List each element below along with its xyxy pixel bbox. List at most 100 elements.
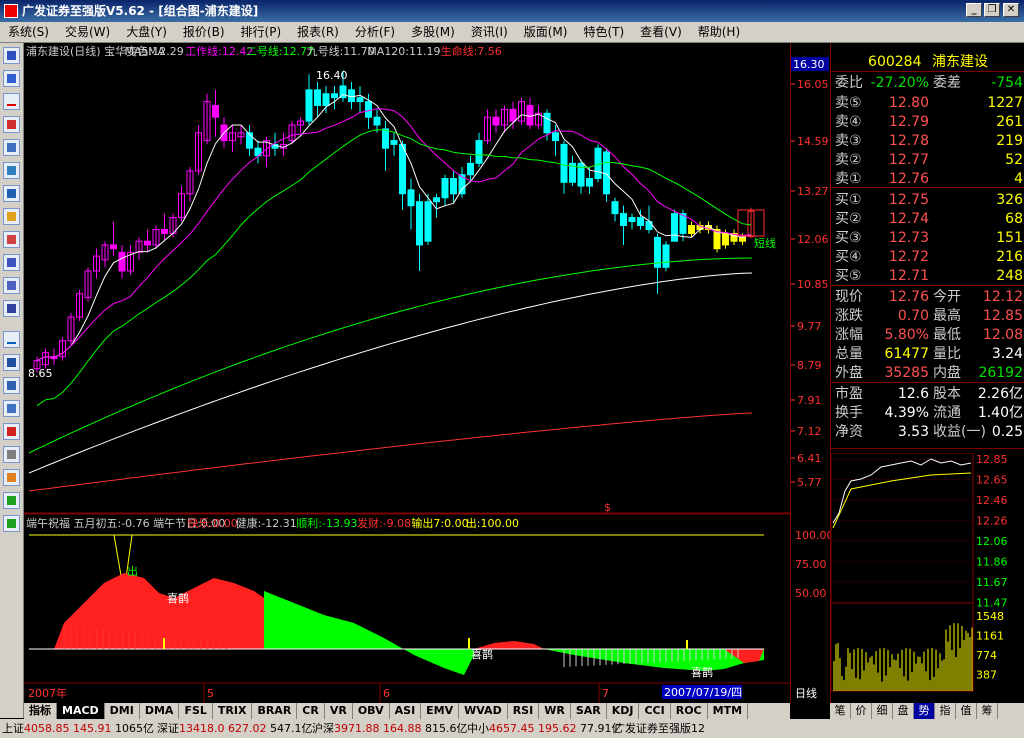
tab-obv[interactable]: OBV bbox=[353, 703, 390, 719]
tab-wvad[interactable]: WVAD bbox=[459, 703, 508, 719]
mini-tick: 12.46 bbox=[976, 494, 1008, 507]
candle-body bbox=[322, 93, 330, 106]
grid-icon[interactable] bbox=[3, 47, 20, 64]
menu-trade[interactable]: 交易(W) bbox=[57, 22, 118, 42]
menu-layout[interactable]: 版面(M) bbox=[516, 22, 576, 42]
mail-icon[interactable] bbox=[3, 208, 20, 225]
menu-report[interactable]: 报表(R) bbox=[289, 22, 347, 42]
minimize-button[interactable]: _ bbox=[966, 3, 982, 17]
trend-icon[interactable] bbox=[3, 377, 20, 394]
quote-tab[interactable]: 价 bbox=[851, 703, 872, 719]
hdr1-item: MA120:11.19 bbox=[367, 45, 440, 58]
quote-tab[interactable]: 值 bbox=[956, 703, 977, 719]
tab-wr[interactable]: WR bbox=[539, 703, 571, 719]
tab-emv[interactable]: EMV bbox=[421, 703, 460, 719]
menu-view[interactable]: 查看(V) bbox=[632, 22, 690, 42]
menu-quote[interactable]: 报价(B) bbox=[175, 22, 233, 42]
menu-multi[interactable]: 多股(M) bbox=[403, 22, 463, 42]
quote-tab[interactable]: 势 bbox=[914, 703, 935, 719]
menu-market[interactable]: 大盘(Y) bbox=[118, 22, 175, 42]
doc-icon[interactable] bbox=[3, 400, 20, 417]
tab-rsi[interactable]: RSI bbox=[508, 703, 540, 719]
dollar-icon[interactable] bbox=[3, 423, 20, 440]
status-index[interactable]: 广发证券至强版12 bbox=[614, 719, 705, 738]
tab-dma[interactable]: DMA bbox=[140, 703, 180, 719]
mini-tick: 12.85 bbox=[976, 453, 1008, 466]
mini-tick: 11.86 bbox=[976, 556, 1008, 569]
tab-cci[interactable]: CCI bbox=[639, 703, 671, 719]
menu-analysis[interactable]: 分析(F) bbox=[347, 22, 403, 42]
tab-vr[interactable]: VR bbox=[325, 703, 353, 719]
menu-help[interactable]: 帮助(H) bbox=[690, 22, 748, 42]
kline-header: 浦东建设(日线) 宝华变色MAMA5:12.29 工作线:12.42二号线:12.… bbox=[26, 44, 502, 58]
chart-area[interactable]: 浦东建设(日线) 宝华变色MA MA5:12.29 工作线:12.42 二号线:12.… bbox=[24, 43, 790, 703]
hdr1-item: 九号线:11.70 bbox=[307, 44, 375, 58]
menu-system[interactable]: 系统(S) bbox=[0, 22, 57, 42]
fundamental-row: 市盈 12.6 股本 2.26亿 bbox=[835, 386, 1023, 402]
tab-dmi[interactable]: DMI bbox=[105, 703, 140, 719]
ma-lines bbox=[28, 93, 765, 492]
tab-sar[interactable]: SAR bbox=[571, 703, 607, 719]
time-label-year: 2007年 bbox=[28, 686, 67, 700]
f10-icon[interactable] bbox=[3, 254, 20, 271]
up-arrow-icon[interactable] bbox=[3, 492, 20, 509]
pencil-icon[interactable] bbox=[3, 469, 20, 486]
chart-icon[interactable] bbox=[3, 185, 20, 202]
tab-指标[interactable]: 指标 bbox=[24, 703, 57, 719]
status-index[interactable]: 中小4657.45 195.62 77.91亿 bbox=[467, 719, 623, 738]
tab-trix[interactable]: TRIX bbox=[213, 703, 253, 719]
quote-tab[interactable]: 筹 bbox=[977, 703, 998, 719]
rsi-icon[interactable] bbox=[3, 354, 20, 371]
hdr1-item: 工作线:12.42 bbox=[185, 44, 253, 58]
tab-brar[interactable]: BRAR bbox=[252, 703, 298, 719]
avg-line bbox=[832, 472, 972, 529]
tab-fsl[interactable]: FSL bbox=[179, 703, 213, 719]
wave-icon[interactable] bbox=[3, 331, 20, 348]
status-index[interactable]: 上证4058.85 145.91 1065亿 bbox=[2, 719, 154, 738]
close-button[interactable]: ✕ bbox=[1003, 3, 1019, 17]
table-icon[interactable] bbox=[3, 139, 20, 156]
tab-mtm[interactable]: MTM bbox=[708, 703, 749, 719]
quote-tab[interactable]: 笔 bbox=[830, 703, 851, 719]
buy-row: 买⑤ 12.71 248 bbox=[835, 268, 1023, 284]
users-icon[interactable] bbox=[3, 231, 20, 248]
tab-roc[interactable]: ROC bbox=[671, 703, 708, 719]
candle-body bbox=[416, 201, 423, 246]
restore-button[interactable]: ❐ bbox=[984, 3, 1000, 17]
list-icon[interactable] bbox=[3, 70, 20, 87]
time-label-m7: 7 bbox=[602, 687, 609, 700]
candle-body bbox=[671, 213, 678, 242]
status-index[interactable]: 深证13418.0 627.02 547.1亿 bbox=[157, 719, 313, 738]
quote-panel: 600284 浦东建设 委比 -27.20% 委差 -754 卖⑤ 12.80 12… bbox=[830, 43, 1024, 703]
candle-body bbox=[586, 178, 593, 187]
menu-rank[interactable]: 排行(P) bbox=[233, 22, 290, 42]
candle-body bbox=[305, 89, 313, 122]
menu-feature[interactable]: 特色(T) bbox=[575, 22, 632, 42]
tab-kdj[interactable]: KDJ bbox=[607, 703, 640, 719]
tab-cr[interactable]: CR bbox=[297, 703, 325, 719]
candle-body bbox=[365, 101, 372, 118]
quote-tab[interactable]: 细 bbox=[872, 703, 893, 719]
down-arrow-icon[interactable] bbox=[3, 515, 20, 532]
link-icon[interactable] bbox=[3, 446, 20, 463]
candle-body bbox=[543, 112, 551, 134]
tab-macd[interactable]: MACD bbox=[57, 703, 105, 719]
menu-info[interactable]: 资讯(I) bbox=[463, 22, 516, 42]
time-label-m5: 5 bbox=[207, 687, 214, 700]
weibi-row: 委比 -27.20% 委差 -754 bbox=[835, 75, 1023, 91]
et-icon[interactable] bbox=[3, 300, 20, 317]
dollar-marker: $ bbox=[604, 501, 611, 514]
candle-body bbox=[688, 225, 695, 234]
report-icon[interactable] bbox=[3, 162, 20, 179]
intraday-chart[interactable]: 12.85 12.65 12.46 12.26 12.06 11.86 11.67 11.47… bbox=[831, 453, 1024, 703]
kline-chart[interactable]: 浦东建设(日线) 宝华变色MAMA5:12.29 工作线:12.42二号线:12.… bbox=[24, 43, 790, 703]
line-chart-icon[interactable] bbox=[3, 93, 20, 110]
price-line bbox=[832, 458, 972, 524]
quote-tab[interactable]: 盘 bbox=[893, 703, 914, 719]
status-index[interactable]: 沪深3971.88 164.88 815.6亿 bbox=[312, 719, 468, 738]
window-title: 广发证券至强版V5.62 - [组合图-浦东建设] bbox=[22, 4, 259, 18]
kline-icon[interactable] bbox=[3, 116, 20, 133]
f9-icon[interactable] bbox=[3, 277, 20, 294]
quote-tab[interactable]: 指 bbox=[935, 703, 956, 719]
tab-asi[interactable]: ASI bbox=[390, 703, 422, 719]
